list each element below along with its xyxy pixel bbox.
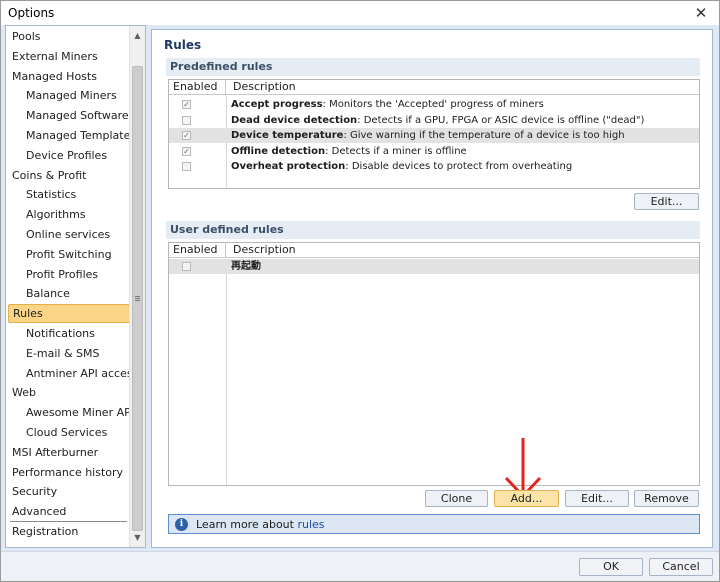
column-header-enabled[interactable]: Enabled — [169, 243, 226, 258]
rule-description: 再起動 — [231, 259, 261, 274]
rule-description: Offline detection: Detects if a miner is… — [231, 144, 467, 159]
sidebar-item-advanced[interactable]: Advanced — [8, 502, 130, 521]
rule-description: Accept progress: Monitors the 'Accepted'… — [231, 97, 544, 112]
scroll-up-icon[interactable]: ▲ — [130, 27, 145, 44]
rule-description: Overheat protection: Disable devices to … — [231, 159, 572, 174]
grid-header: Enabled Description — [169, 80, 699, 95]
sidebar-item-profit-profiles[interactable]: Profit Profiles — [8, 265, 130, 284]
rule-detail: : Disable devices to protect from overhe… — [345, 161, 573, 173]
sidebar-item-external-miners[interactable]: External Miners — [8, 47, 130, 66]
help-info-bar: i Learn more about rules — [168, 514, 700, 534]
sidebar-item-e-mail-and-sms[interactable]: E-mail & SMS — [8, 344, 130, 363]
sidebar-item-web[interactable]: Web — [8, 383, 130, 402]
table-row[interactable]: ✓ Device temperature: Give warning if the… — [169, 128, 699, 144]
column-header-description[interactable]: Description — [227, 80, 296, 95]
rule-name: Overheat protection — [231, 161, 346, 173]
rules-help-link[interactable]: rules — [297, 518, 324, 531]
ok-button[interactable]: OK — [579, 558, 643, 576]
edit-predefined-button[interactable]: Edit... — [634, 193, 699, 210]
dialog-button-bar: OK Cancel — [1, 551, 719, 581]
rule-name: 再起動 — [231, 261, 261, 272]
title-bar: Options ✕ — [1, 1, 719, 25]
checkbox-checked-icon[interactable]: ✓ — [182, 131, 191, 141]
rule-name: Dead device detection — [231, 114, 358, 126]
checkbox-unchecked-icon[interactable] — [182, 262, 191, 271]
grip-line-icon — [135, 300, 140, 301]
checkbox-unchecked-icon[interactable] — [182, 115, 191, 125]
table-row[interactable]: 再起動 — [169, 259, 699, 274]
sidebar-item-balance[interactable]: Balance — [8, 284, 130, 303]
help-text: Learn more about rules — [196, 518, 325, 531]
column-header-description[interactable]: Description — [227, 243, 296, 258]
rule-description: Dead device detection: Detects if a GPU,… — [231, 113, 644, 128]
column-header-enabled[interactable]: Enabled — [169, 80, 226, 95]
rule-detail: : Give warning if the temperature of a d… — [343, 130, 625, 142]
table-row[interactable]: Overheat protection: Disable devices to … — [169, 159, 699, 174]
sidebar-item-pools[interactable]: Pools — [8, 27, 130, 46]
sidebar-item-statistics[interactable]: Statistics — [8, 185, 130, 204]
grid-header: Enabled Description — [169, 243, 699, 258]
cancel-button[interactable]: Cancel — [649, 558, 713, 576]
window-title: Options — [8, 6, 55, 20]
user-rules-header: User defined rules — [166, 221, 700, 239]
info-icon: i — [175, 518, 188, 531]
rule-detail: : Detects if a GPU, FPGA or ASIC device … — [357, 114, 645, 126]
sidebar-item-managed-hosts[interactable]: Managed Hosts — [8, 67, 130, 86]
scroll-down-icon[interactable]: ▼ — [130, 529, 145, 546]
sidebar-item-cloud-services[interactable]: Cloud Services — [8, 423, 130, 442]
edit-user-rule-button[interactable]: Edit... — [565, 490, 629, 507]
rule-detail: : Monitors the 'Accepted' progress of mi… — [322, 99, 544, 110]
client-area: Pools External Miners Managed Hosts Managed… — [1, 25, 719, 551]
sidebar-item-profit-switching[interactable]: Profit Switching — [8, 245, 130, 264]
sidebar-item-awesome-miner-api[interactable]: Awesome Miner API — [8, 403, 134, 422]
sidebar-item-security[interactable]: Security — [8, 482, 130, 501]
sidebar-item-managed-miners[interactable]: Managed Miners — [8, 86, 130, 105]
checkbox-unchecked-icon[interactable] — [182, 162, 191, 172]
column-divider — [226, 259, 227, 485]
rule-name: Device temperature — [231, 130, 344, 142]
grip-line-icon — [135, 296, 140, 297]
sidebar-item-notifications[interactable]: Notifications — [8, 324, 130, 343]
sidebar-item-performance-history[interactable]: Performance history — [8, 463, 130, 482]
help-prefix: Learn more about — [196, 518, 294, 531]
sidebar-item-rules[interactable]: Rules — [8, 304, 130, 324]
clone-button[interactable]: Clone — [425, 490, 488, 507]
sidebar-item-device-profiles[interactable]: Device Profiles — [8, 146, 130, 165]
sidebar-item-msi-afterburner[interactable]: MSI Afterburner — [8, 443, 130, 462]
sidebar-item-antminer-api-access[interactable]: Antminer API access — [8, 364, 138, 383]
add-rule-button[interactable]: Add... — [494, 490, 559, 507]
table-row[interactable]: Dead device detection: Detects if a GPU,… — [169, 113, 699, 128]
sidebar-item-managed-templates[interactable]: Managed Templates — [8, 126, 136, 145]
table-row[interactable]: ✓ Offline detection: Detects if a miner i… — [169, 144, 699, 159]
sidebar-item-algorithms[interactable]: Algorithms — [8, 205, 130, 224]
rules-panel: Rules Predefined rules Enabled Descripti… — [151, 29, 713, 548]
close-icon[interactable]: ✕ — [687, 1, 715, 25]
sidebar-item-coins-and-profit[interactable]: Coins & Profit — [8, 166, 130, 185]
sidebar-item-online-services[interactable]: Online services — [8, 225, 130, 244]
sidebar: Pools External Miners Managed Hosts Managed… — [5, 25, 146, 548]
predefined-rules-grid: Enabled Description ✓ Accept progress: Mo… — [168, 79, 700, 189]
remove-button[interactable]: Remove — [634, 490, 699, 507]
predefined-rules-header: Predefined rules — [166, 58, 700, 76]
grip-line-icon — [135, 298, 140, 299]
table-row[interactable]: ✓ Accept progress: Monitors the 'Accepted… — [169, 97, 699, 112]
page-title: Rules — [164, 38, 202, 52]
checkbox-checked-icon[interactable]: ✓ — [182, 146, 191, 156]
rule-name: Offline detection — [231, 145, 326, 157]
scrollbar-thumb[interactable] — [132, 66, 143, 531]
sidebar-item-managed-software[interactable]: Managed Software — [8, 106, 130, 125]
rule-description: Device temperature: Give warning if the … — [231, 128, 625, 143]
rule-name: Accept progress — [231, 99, 323, 110]
user-rules-grid: Enabled Description 再起動 — [168, 242, 700, 486]
rule-detail: : Detects if a miner is offline — [325, 145, 467, 157]
options-window: Options ✕ Pools External Miners Managed Ho… — [0, 0, 720, 582]
sidebar-item-registration[interactable]: Registration — [8, 522, 130, 541]
checkbox-checked-icon[interactable]: ✓ — [182, 100, 191, 109]
sidebar-scrollbar[interactable]: ▲ ▼ — [129, 26, 145, 547]
